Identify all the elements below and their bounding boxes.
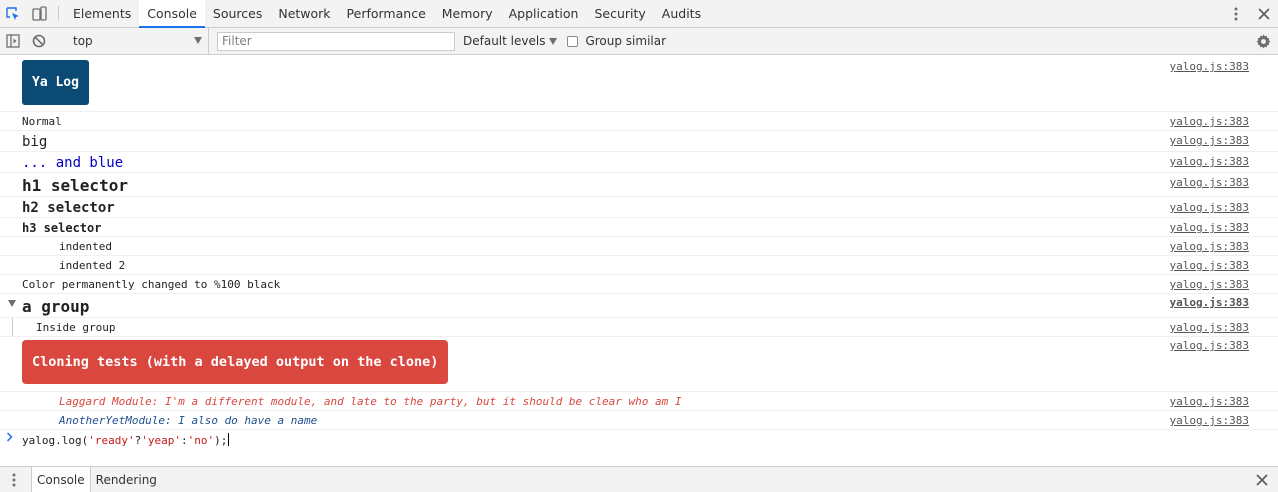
message-text: h3 selector (22, 221, 102, 235)
more-options-icon[interactable] (1222, 7, 1250, 21)
console-settings-icon[interactable] (1248, 33, 1278, 49)
group-title: a group (22, 297, 90, 316)
drawer-menu-icon[interactable] (0, 467, 28, 492)
console-message: big yalog.js:383 (0, 131, 1278, 152)
dropdown-caret-icon (549, 37, 558, 45)
devtools-tab-bar: Elements Console Sources Network Perform… (0, 0, 1278, 28)
group-similar-toggle[interactable]: Group similar (567, 34, 666, 48)
context-selector-value: top (73, 34, 93, 48)
code-string: 'ready' (88, 434, 135, 447)
context-selector[interactable]: top (65, 27, 209, 55)
close-devtools-icon[interactable] (1250, 7, 1278, 20)
console-message: Cloning tests (with a delayed output on … (0, 337, 1278, 392)
source-link[interactable]: yalog.js:383 (1170, 221, 1249, 234)
log-levels-dropdown[interactable]: Default levels (463, 34, 558, 48)
message-text: Color permanently changed to %100 black (22, 278, 281, 291)
filter-input[interactable] (217, 31, 455, 51)
group-similar-label: Group similar (585, 34, 667, 48)
console-message: h1 selector yalog.js:383 (0, 173, 1278, 197)
console-messages: Ya Log yalog.js:383 Normal yalog.js:383 … (0, 55, 1278, 465)
source-link[interactable]: yalog.js:383 (1170, 259, 1249, 272)
message-text: Inside group (36, 321, 116, 334)
message-text: Normal (22, 115, 62, 128)
console-prompt[interactable]: yalog.log('ready'?'yeap':'no'); (0, 430, 1278, 449)
message-text: Laggard Module: I'm a different module, … (59, 395, 682, 408)
source-link[interactable]: yalog.js:383 (1170, 201, 1249, 214)
source-link[interactable]: yalog.js:383 (1170, 134, 1249, 147)
message-text: indented (59, 240, 112, 253)
tab-application[interactable]: Application (501, 0, 587, 27)
tab-network[interactable]: Network (270, 0, 338, 27)
tab-elements[interactable]: Elements (65, 0, 139, 27)
console-message: indented 2 yalog.js:383 (0, 256, 1278, 275)
tab-audits[interactable]: Audits (654, 0, 709, 27)
console-group-header[interactable]: a group yalog.js:383 (0, 294, 1278, 318)
console-message: Color permanently changed to %100 black … (0, 275, 1278, 294)
source-link[interactable]: yalog.js:383 (1170, 155, 1249, 168)
console-message: Inside group yalog.js:383 (0, 318, 1278, 337)
console-message: ... and blue yalog.js:383 (0, 152, 1278, 173)
console-toolbar: top Default levels Group similar (0, 27, 1278, 55)
close-drawer-icon[interactable] (1246, 467, 1278, 492)
console-message: h2 selector yalog.js:383 (0, 197, 1278, 218)
console-message: indented yalog.js:383 (0, 237, 1278, 256)
expand-triangle-icon[interactable] (8, 300, 16, 307)
source-link[interactable]: yalog.js:383 (1170, 115, 1249, 128)
device-toolbar-icon[interactable] (26, 0, 52, 27)
show-sidebar-icon[interactable] (0, 34, 26, 48)
log-levels-label: Default levels (463, 34, 546, 48)
source-link[interactable]: yalog.js:383 (1170, 296, 1249, 309)
code-string: 'yeap' (141, 434, 181, 447)
code-token: yalog.log( (22, 434, 89, 447)
code-string: 'no' (187, 434, 215, 447)
source-link[interactable]: yalog.js:383 (1170, 176, 1249, 189)
source-link[interactable]: yalog.js:383 (1170, 240, 1249, 253)
console-message: Ya Log yalog.js:383 (0, 55, 1278, 112)
drawer-tab-rendering[interactable]: Rendering (91, 467, 162, 492)
group-similar-checkbox[interactable] (567, 35, 579, 47)
inspect-element-icon[interactable] (0, 0, 26, 27)
console-message: Laggard Module: I'm a different module, … (0, 392, 1278, 411)
source-link[interactable]: yalog.js:383 (1170, 339, 1249, 352)
tab-security[interactable]: Security (586, 0, 653, 27)
source-link[interactable]: yalog.js:383 (1170, 60, 1249, 73)
message-text: ... and blue (22, 155, 124, 171)
text-cursor (228, 433, 230, 446)
message-text: big (22, 134, 48, 150)
tab-memory[interactable]: Memory (434, 0, 501, 27)
code-token: : (180, 434, 188, 447)
toolbar-divider (58, 6, 59, 21)
prompt-chevron-icon (6, 432, 14, 445)
source-link[interactable]: yalog.js:383 (1170, 395, 1249, 408)
console-message: AnotherYetModule: I also do have a name … (0, 411, 1278, 430)
tab-console[interactable]: Console (139, 0, 205, 28)
source-link[interactable]: yalog.js:383 (1170, 414, 1249, 427)
group-indent-line (12, 318, 13, 336)
drawer-tab-bar: Console Rendering (0, 466, 1278, 492)
message-text: h1 selector (22, 176, 128, 195)
console-input[interactable]: yalog.log('ready'?'yeap':'no'); (22, 433, 230, 447)
tab-performance[interactable]: Performance (339, 0, 434, 27)
console-message: h3 selector yalog.js:383 (0, 218, 1278, 237)
message-text: h2 selector (22, 200, 115, 216)
clear-console-icon[interactable] (26, 34, 52, 48)
source-link[interactable]: yalog.js:383 (1170, 278, 1249, 291)
source-link[interactable]: yalog.js:383 (1170, 321, 1249, 334)
message-text: indented 2 (59, 259, 126, 272)
ya-log-badge: Ya Log (22, 60, 89, 105)
code-token: ); (214, 434, 228, 447)
message-text: AnotherYetModule: I also do have a name (59, 414, 318, 427)
drawer-tab-console[interactable]: Console (31, 467, 91, 492)
dropdown-caret-icon (194, 36, 202, 44)
cloning-tests-badge: Cloning tests (with a delayed output on … (22, 340, 449, 384)
console-message: Normal yalog.js:383 (0, 112, 1278, 131)
tab-sources[interactable]: Sources (205, 0, 270, 27)
